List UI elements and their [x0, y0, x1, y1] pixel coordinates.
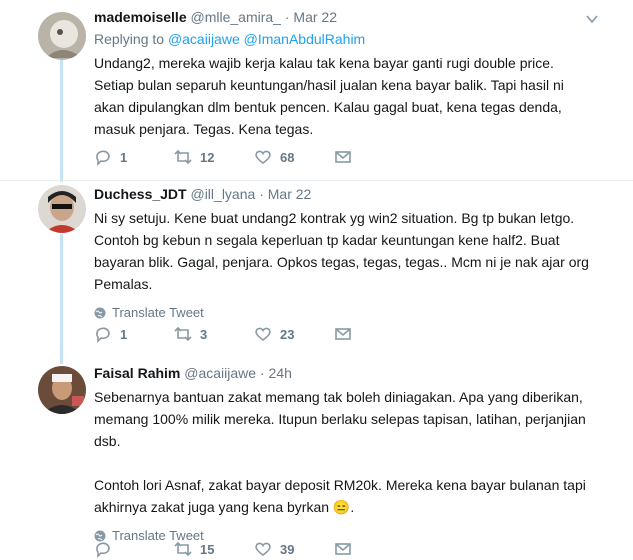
retweet-count: 15 [200, 541, 215, 557]
user-handle[interactable]: @acaiijawe [184, 365, 256, 381]
globe-icon [94, 307, 106, 318]
heart-icon [255, 542, 271, 556]
like-count: 23 [280, 326, 295, 342]
separator-dot: · [259, 365, 265, 381]
dm-button[interactable] [334, 540, 414, 558]
tweet-text-line: Setiap bulan separuh keuntungan/hasil ju… [94, 77, 564, 93]
tweet-date[interactable]: Mar 22 [293, 9, 337, 25]
like-button[interactable]: 68 [254, 148, 334, 166]
tweet-date[interactable]: 24h [269, 365, 292, 381]
like-button[interactable]: 39 [254, 540, 334, 558]
tweet-text-line: bayaran blik. Gagal, penjara. Opkos tega… [94, 254, 589, 270]
reply-icon [96, 150, 110, 166]
reply-button[interactable]: 1 [94, 325, 174, 343]
avatar[interactable] [38, 366, 86, 414]
tweet-date[interactable]: Mar 22 [268, 186, 312, 202]
tweet-text-line: Contoh lori Asnaf, zakat bayar deposit R… [94, 477, 586, 493]
like-count: 39 [280, 541, 295, 557]
display-name[interactable]: Faisal Rahim [94, 365, 180, 381]
tweet[interactable]: mademoiselle @mlle_amira_ · Mar 22 Reply… [0, 0, 633, 180]
tweet-text-line: masuk penjara. Tegas. Kena tegas. [94, 121, 314, 137]
tweet[interactable]: Faisal Rahim @acaiijawe · 24h Sebenarnya… [0, 356, 633, 560]
retweet-count: 12 [200, 149, 215, 165]
retweet-count: 3 [200, 326, 208, 342]
heart-icon [255, 327, 271, 341]
like-button[interactable]: 23 [254, 325, 334, 343]
translate-label[interactable]: Translate Tweet [112, 305, 204, 320]
user-handle[interactable]: @mlle_amira_ [191, 9, 281, 25]
replying-mentions[interactable]: @acaiijawe @ImanAbdulRahim [168, 31, 365, 47]
retweet-button[interactable]: 3 [174, 325, 254, 343]
tweet-text-line: akan dipulangkan dlm bentuk pencen. Kala… [94, 99, 562, 115]
chevron-down-icon[interactable] [585, 12, 599, 26]
display-name[interactable]: mademoiselle [94, 9, 187, 25]
dm-button[interactable] [334, 148, 414, 166]
retweet-icon [174, 541, 192, 557]
tweet-text-line [94, 452, 613, 474]
replying-label: Replying to [94, 31, 165, 47]
tweet[interactable]: Duchess_JDT @ill_lyana · Mar 22 Ni sy se… [0, 181, 633, 355]
reply-icon [96, 327, 110, 343]
envelope-icon [335, 328, 351, 340]
retweet-button[interactable]: 15 [174, 540, 254, 558]
reply-icon [96, 542, 110, 558]
retweet-icon [174, 326, 192, 342]
like-count: 68 [280, 149, 295, 165]
reply-count: 1 [120, 149, 128, 165]
tweet-text-line: akhirnya zakat juga yang kena byrkan 😑. [94, 499, 355, 515]
separator-dot: · [284, 9, 290, 25]
tweet-text-line: Undang2, mereka wajib kerja kalau tak ke… [94, 55, 554, 71]
tweet-text-line: Ni sy setuju. Kene buat undang2 kontrak … [94, 210, 575, 226]
tweet-text: Undang2, mereka wajib kerja kalau tak ke… [94, 52, 613, 140]
tweet-text-line: memang 100% milik mereka. Itupun berlaku… [94, 411, 586, 427]
reply-button[interactable]: 1 [94, 148, 174, 166]
retweet-icon [174, 149, 192, 165]
reply-button[interactable] [94, 540, 174, 558]
translate-tweet-link[interactable]: Translate Tweet [94, 305, 613, 320]
tweet-text-line: Contoh bg kebun n segala keperluan tp ka… [94, 232, 560, 248]
separator-dot: · [259, 186, 264, 202]
display-name[interactable]: Duchess_JDT [94, 186, 187, 202]
dm-button[interactable] [334, 325, 414, 343]
replying-to: Replying to @acaiijawe @ImanAbdulRahim [94, 30, 613, 48]
retweet-button[interactable]: 12 [174, 148, 254, 166]
user-handle[interactable]: @ill_lyana [190, 186, 255, 202]
tweet-text: Sebenarnya bantuan zakat memang tak bole… [94, 386, 613, 518]
tweet-text-line: dsb. [94, 433, 121, 449]
tweet-text: Ni sy setuju. Kene buat undang2 kontrak … [94, 207, 613, 295]
reply-count: 1 [120, 326, 128, 342]
tweet-text-line: Pemalas. [94, 276, 153, 292]
envelope-icon [335, 543, 351, 555]
avatar[interactable] [38, 12, 86, 60]
envelope-icon [335, 151, 351, 163]
avatar[interactable] [38, 185, 86, 233]
tweet-text-line: Sebenarnya bantuan zakat memang tak bole… [94, 389, 583, 405]
heart-icon [255, 150, 271, 164]
